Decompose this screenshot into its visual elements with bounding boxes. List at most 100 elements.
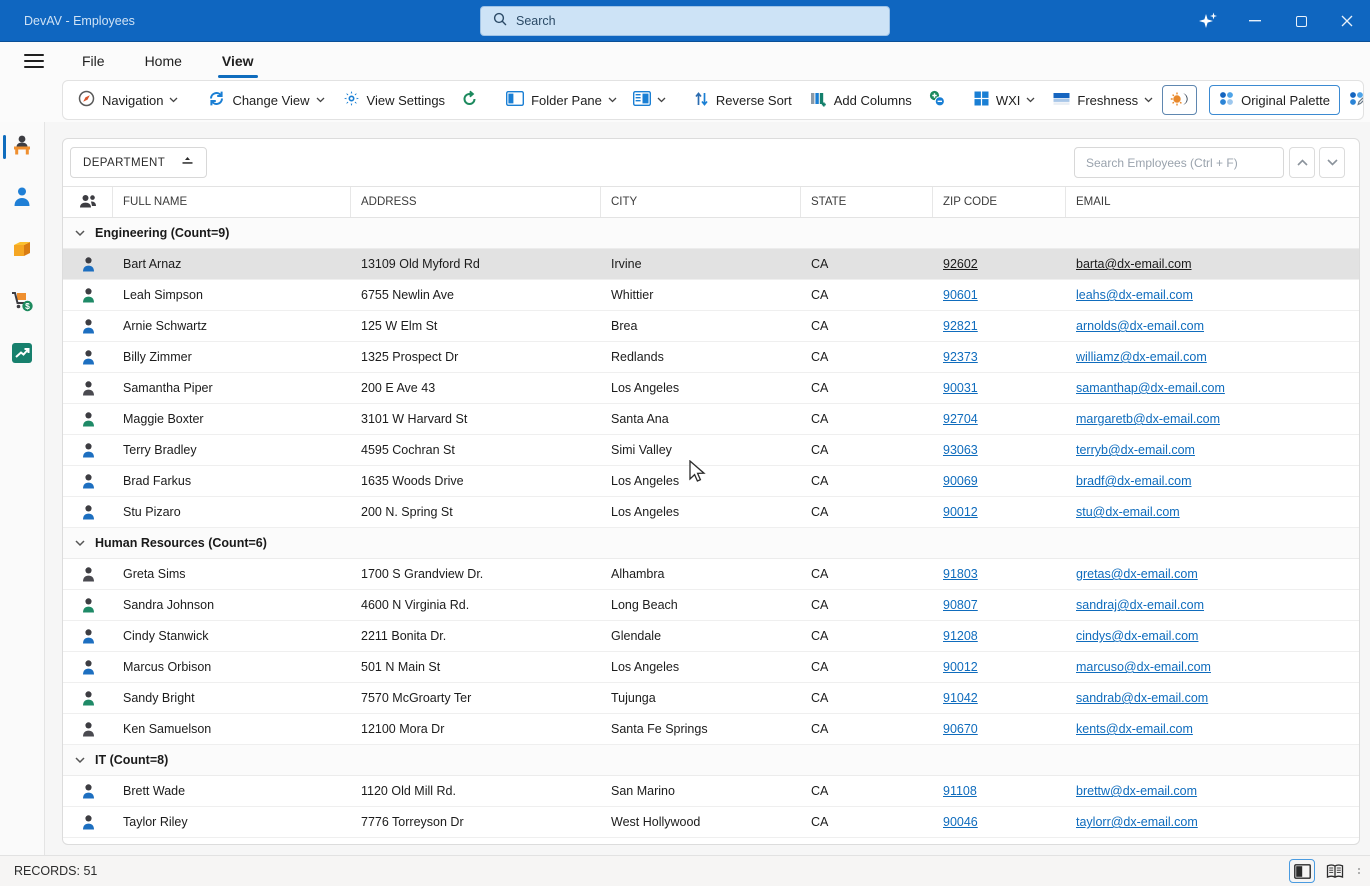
email-link[interactable]: williamz@dx-email.com xyxy=(1076,350,1207,364)
email-link[interactable]: samanthap@dx-email.com xyxy=(1076,381,1225,395)
original-palette-button[interactable]: Original Palette xyxy=(1209,85,1340,115)
email-link[interactable]: kents@dx-email.com xyxy=(1076,722,1193,736)
system-accent-color-button[interactable]: System Accent Color xyxy=(1340,85,1364,115)
sidebar-item-employees[interactable] xyxy=(0,130,45,164)
zip-code-link[interactable]: 93063 xyxy=(943,443,978,457)
ai-sparkle-icon[interactable] xyxy=(1186,0,1232,42)
zip-code-link[interactable]: 90012 xyxy=(943,660,978,674)
zip-code-link[interactable]: 90046 xyxy=(943,815,978,829)
column-header-city[interactable]: CITY xyxy=(601,187,801,217)
global-search-input[interactable]: Search xyxy=(480,6,890,36)
change-view-button[interactable]: Change View xyxy=(199,85,333,115)
group-row[interactable]: Human Resources (Count=6) xyxy=(63,528,1359,559)
email-link[interactable]: gretas@dx-email.com xyxy=(1076,567,1198,581)
reading-pane-button[interactable] xyxy=(626,85,673,115)
zip-code-link[interactable]: 90601 xyxy=(943,288,978,302)
table-row[interactable]: Ken Samuelson12100 Mora DrSanta Fe Sprin… xyxy=(63,714,1359,745)
group-chevron-down-icon[interactable] xyxy=(75,230,85,237)
group-chevron-down-icon[interactable] xyxy=(75,540,85,547)
email-link[interactable]: leahs@dx-email.com xyxy=(1076,288,1193,302)
email-link[interactable]: margaretb@dx-email.com xyxy=(1076,412,1220,426)
group-row[interactable]: Engineering (Count=9) xyxy=(63,218,1359,249)
email-link[interactable]: stu@dx-email.com xyxy=(1076,505,1180,519)
zip-code-link[interactable]: 90670 xyxy=(943,722,978,736)
column-header-state[interactable]: STATE xyxy=(801,187,933,217)
reset-view-button[interactable] xyxy=(454,85,485,115)
sidebar-item-customers[interactable] xyxy=(0,182,45,216)
freshness-palette-button[interactable]: Freshness xyxy=(1044,85,1162,115)
email-link[interactable]: sandraj@dx-email.com xyxy=(1076,598,1204,612)
search-next-button[interactable] xyxy=(1319,147,1345,178)
table-row[interactable]: Leah Simpson6755 Newlin AveWhittierCA906… xyxy=(63,280,1359,311)
group-row[interactable]: IT (Count=8) xyxy=(63,745,1359,776)
tab-file[interactable]: File xyxy=(80,47,107,75)
email-link[interactable]: bradf@dx-email.com xyxy=(1076,474,1192,488)
search-previous-button[interactable] xyxy=(1289,147,1315,178)
minimize-button[interactable] xyxy=(1232,0,1278,42)
table-row[interactable]: Samantha Piper200 E Ave 43Los AngelesCA9… xyxy=(63,373,1359,404)
email-link[interactable]: marcuso@dx-email.com xyxy=(1076,660,1211,674)
expand-collapse-groups-button[interactable] xyxy=(921,85,953,115)
zip-code-link[interactable]: 92602 xyxy=(943,257,978,271)
table-row[interactable]: Bart Arnaz13109 Old Myford RdIrvineCA926… xyxy=(63,249,1359,280)
zip-code-link[interactable]: 92821 xyxy=(943,319,978,333)
column-header-zip-code[interactable]: ZIP CODE xyxy=(933,187,1066,217)
sidebar-item-sales[interactable]: $ xyxy=(0,286,45,320)
zip-code-link[interactable]: 91108 xyxy=(943,784,977,798)
table-row[interactable]: Sandy Bright7570 McGroarty TerTujungaCA9… xyxy=(63,683,1359,714)
zip-code-link[interactable]: 91042 xyxy=(943,691,978,705)
table-row[interactable]: Cindy Stanwick2211 Bonita Dr.GlendaleCA9… xyxy=(63,621,1359,652)
tab-view[interactable]: View xyxy=(220,47,256,75)
table-row[interactable]: Arnie Schwartz125 W Elm StBreaCA92821arn… xyxy=(63,311,1359,342)
zip-code-link[interactable]: 92704 xyxy=(943,412,978,426)
tab-home[interactable]: Home xyxy=(143,47,184,75)
table-row[interactable]: Sandra Johnson4600 N Virginia Rd.Long Be… xyxy=(63,590,1359,621)
light-dark-mode-toggle[interactable] xyxy=(1162,85,1197,115)
email-link[interactable]: cindys@dx-email.com xyxy=(1076,629,1198,643)
table-row[interactable]: Taylor Riley7776 Torreyson DrWest Hollyw… xyxy=(63,807,1359,838)
zip-code-link[interactable]: 90012 xyxy=(943,505,978,519)
table-row[interactable]: Brad Farkus1635 Woods DriveLos AngelesCA… xyxy=(63,466,1359,497)
column-header-email[interactable]: EMAIL xyxy=(1066,187,1359,217)
table-row[interactable]: Maggie Boxter3101 W Harvard StSanta AnaC… xyxy=(63,404,1359,435)
add-columns-button[interactable]: Add Columns xyxy=(801,85,921,115)
view-settings-button[interactable]: View Settings xyxy=(334,85,455,115)
table-row[interactable]: Billy Zimmer1325 Prospect DrRedlandsCA92… xyxy=(63,342,1359,373)
resize-grip[interactable] xyxy=(1358,868,1360,874)
split-view-button[interactable] xyxy=(1289,859,1315,883)
sidebar-item-analysis[interactable] xyxy=(0,338,45,372)
zip-code-link[interactable]: 90807 xyxy=(943,598,978,612)
cell-state: CA xyxy=(801,342,933,372)
zip-code-link[interactable]: 91803 xyxy=(943,567,978,581)
zip-code-link[interactable]: 92373 xyxy=(943,350,978,364)
email-link[interactable]: sandrab@dx-email.com xyxy=(1076,691,1208,705)
table-row[interactable]: Terry Bradley4595 Cochran StSimi ValleyC… xyxy=(63,435,1359,466)
navigation-button[interactable]: Navigation xyxy=(69,85,187,115)
table-row[interactable]: Greta Sims1700 S Grandview Dr.AlhambraCA… xyxy=(63,559,1359,590)
reverse-sort-button[interactable]: Reverse Sort xyxy=(685,85,801,115)
email-link[interactable]: terryb@dx-email.com xyxy=(1076,443,1195,457)
zip-code-link[interactable]: 91208 xyxy=(943,629,978,643)
email-link[interactable]: arnolds@dx-email.com xyxy=(1076,319,1204,333)
reading-view-button[interactable] xyxy=(1322,859,1348,883)
close-button[interactable] xyxy=(1324,0,1370,42)
zip-code-link[interactable]: 90069 xyxy=(943,474,978,488)
email-link[interactable]: barta@dx-email.com xyxy=(1076,257,1192,271)
group-chevron-down-icon[interactable] xyxy=(75,757,85,764)
people-column-icon[interactable] xyxy=(63,187,113,217)
column-header-full-name[interactable]: FULL NAME xyxy=(113,187,351,217)
hamburger-menu-icon[interactable] xyxy=(24,54,44,68)
sidebar-item-products[interactable] xyxy=(0,234,45,268)
zip-code-link[interactable]: 90031 xyxy=(943,381,978,395)
email-link[interactable]: taylorr@dx-email.com xyxy=(1076,815,1198,829)
folder-pane-button[interactable]: Folder Pane xyxy=(497,85,626,115)
column-header-address[interactable]: ADDRESS xyxy=(351,187,601,217)
email-link[interactable]: brettw@dx-email.com xyxy=(1076,784,1197,798)
employee-search-input[interactable]: Search Employees (Ctrl + F) xyxy=(1074,147,1284,178)
table-row[interactable]: Brett Wade1120 Old Mill Rd.San MarinoCA9… xyxy=(63,776,1359,807)
department-group-button[interactable]: DEPARTMENT xyxy=(70,147,207,178)
maximize-button[interactable] xyxy=(1278,0,1324,42)
table-row[interactable]: Marcus Orbison501 N Main StLos AngelesCA… xyxy=(63,652,1359,683)
wxi-skin-button[interactable]: WXI xyxy=(965,85,1045,115)
table-row[interactable]: Stu Pizaro200 N. Spring StLos AngelesCA9… xyxy=(63,497,1359,528)
